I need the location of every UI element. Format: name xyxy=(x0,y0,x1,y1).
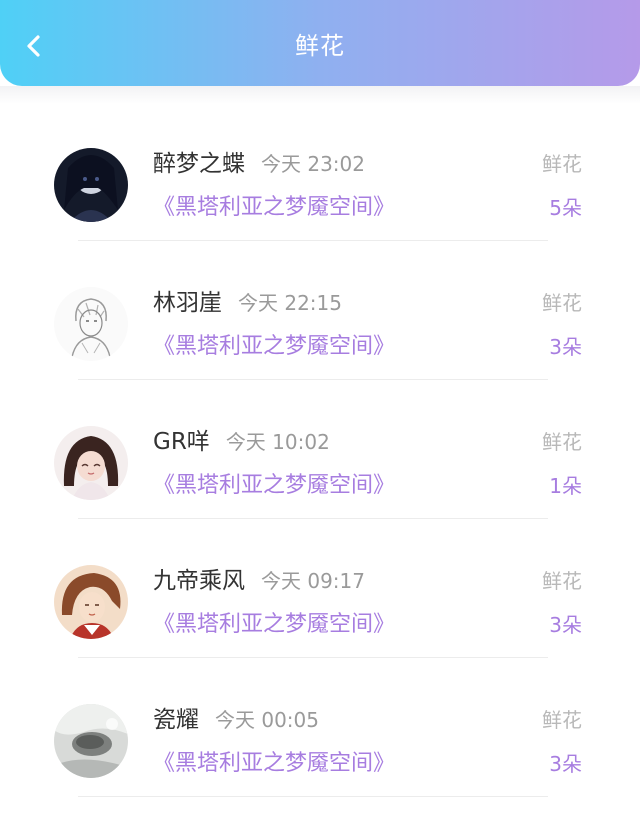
book-title-link[interactable]: 《黑塔利亚之梦魇空间》 xyxy=(153,331,395,363)
book-title-link[interactable]: 《黑塔利亚之梦魇空间》 xyxy=(153,609,395,641)
name-line: 九帝乘风 今天 09:17 xyxy=(153,565,365,599)
book-title-link[interactable]: 《黑塔利亚之梦魇空间》 xyxy=(153,748,395,780)
gift-type-label: 鲜花 xyxy=(542,291,582,315)
timestamp: 今天 10:02 xyxy=(225,430,330,454)
gift-type-label: 鲜花 xyxy=(542,708,582,732)
user-name: GR咩 xyxy=(153,429,210,455)
avatar[interactable] xyxy=(54,704,128,778)
user-name: 九帝乘风 xyxy=(153,568,245,594)
name-line: GR咩 今天 10:02 xyxy=(153,426,330,460)
header-shadow xyxy=(0,86,640,104)
avatar[interactable] xyxy=(54,426,128,500)
user-name: 林羽崖 xyxy=(153,290,222,316)
gift-count: 3朵 xyxy=(549,613,582,637)
user-name: 瓷耀 xyxy=(153,707,199,733)
gift-count: 3朵 xyxy=(549,752,582,776)
gift-count: 3朵 xyxy=(549,335,582,359)
avatar[interactable] xyxy=(54,565,128,639)
flower-list: 醉梦之蝶 今天 23:02 《黑塔利亚之梦魇空间》 鲜花 5朵 林羽崖 今天 22:… xyxy=(0,104,640,799)
list-item[interactable]: 林羽崖 今天 22:15 《黑塔利亚之梦魇空间》 鲜花 3朵 xyxy=(0,243,640,382)
divider xyxy=(78,796,548,797)
avatar[interactable] xyxy=(54,287,128,361)
name-line: 林羽崖 今天 22:15 xyxy=(153,287,342,321)
user-name: 醉梦之蝶 xyxy=(153,151,245,177)
gift-type-label: 鲜花 xyxy=(542,430,582,454)
divider xyxy=(78,518,548,519)
timestamp: 今天 00:05 xyxy=(215,708,319,732)
timestamp: 今天 22:15 xyxy=(238,291,342,315)
gift-count: 1朵 xyxy=(549,474,582,498)
divider xyxy=(78,657,548,658)
timestamp: 今天 09:17 xyxy=(261,569,365,593)
list-item[interactable]: GR咩 今天 10:02 《黑塔利亚之梦魇空间》 鲜花 1朵 xyxy=(0,382,640,521)
gift-type-label: 鲜花 xyxy=(542,152,582,176)
list-item[interactable]: 瓷耀 今天 00:05 《黑塔利亚之梦魇空间》 鲜花 3朵 xyxy=(0,660,640,799)
list-item[interactable]: 醉梦之蝶 今天 23:02 《黑塔利亚之梦魇空间》 鲜花 5朵 xyxy=(0,104,640,243)
name-line: 醉梦之蝶 今天 23:02 xyxy=(153,148,365,182)
avatar[interactable] xyxy=(54,148,128,222)
divider xyxy=(78,379,548,380)
book-title-link[interactable]: 《黑塔利亚之梦魇空间》 xyxy=(153,192,395,224)
timestamp: 今天 23:02 xyxy=(261,152,365,176)
list-item[interactable]: 九帝乘风 今天 09:17 《黑塔利亚之梦魇空间》 鲜花 3朵 xyxy=(0,521,640,660)
gift-count: 5朵 xyxy=(549,196,582,220)
name-line: 瓷耀 今天 00:05 xyxy=(153,704,319,738)
book-title-link[interactable]: 《黑塔利亚之梦魇空间》 xyxy=(153,470,395,502)
divider xyxy=(78,240,548,241)
top-bar: 鲜花 xyxy=(0,0,640,86)
page-title: 鲜花 xyxy=(295,32,345,60)
gift-type-label: 鲜花 xyxy=(542,569,582,593)
